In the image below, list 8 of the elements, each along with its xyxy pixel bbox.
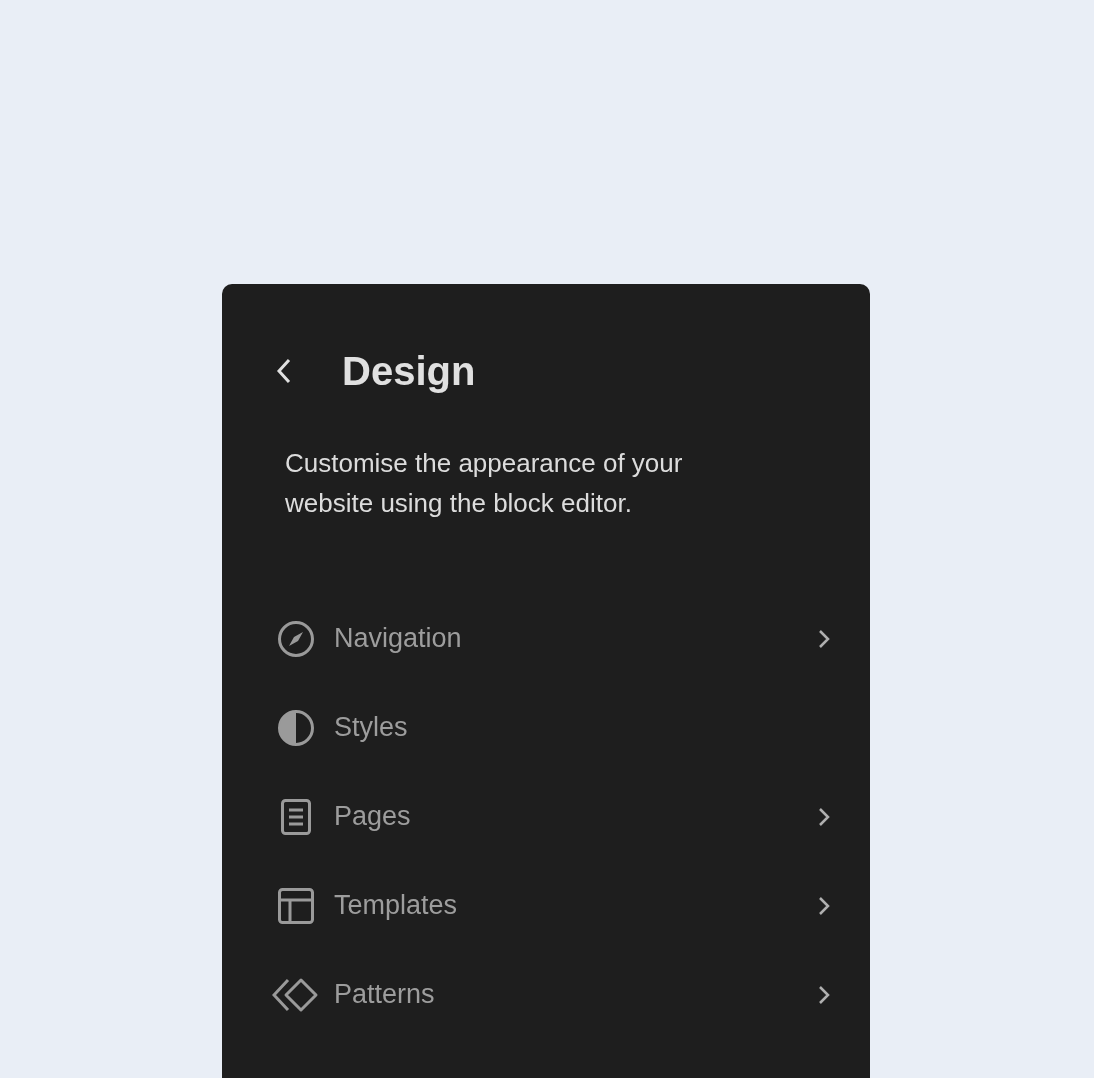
menu-item[interactable]: Templates: [272, 861, 830, 950]
chevron-left-icon: [276, 357, 292, 385]
menu-item[interactable]: Pages: [272, 772, 830, 861]
description-text: Customise the appearance of your website using the block editor.: [285, 447, 684, 520]
panel-title: Design: [342, 348, 476, 394]
menu-item[interactable]: Patterns: [272, 950, 830, 1039]
menu-item[interactable]: Styles: [272, 683, 830, 772]
menu-item[interactable]: Navigation: [272, 594, 830, 683]
